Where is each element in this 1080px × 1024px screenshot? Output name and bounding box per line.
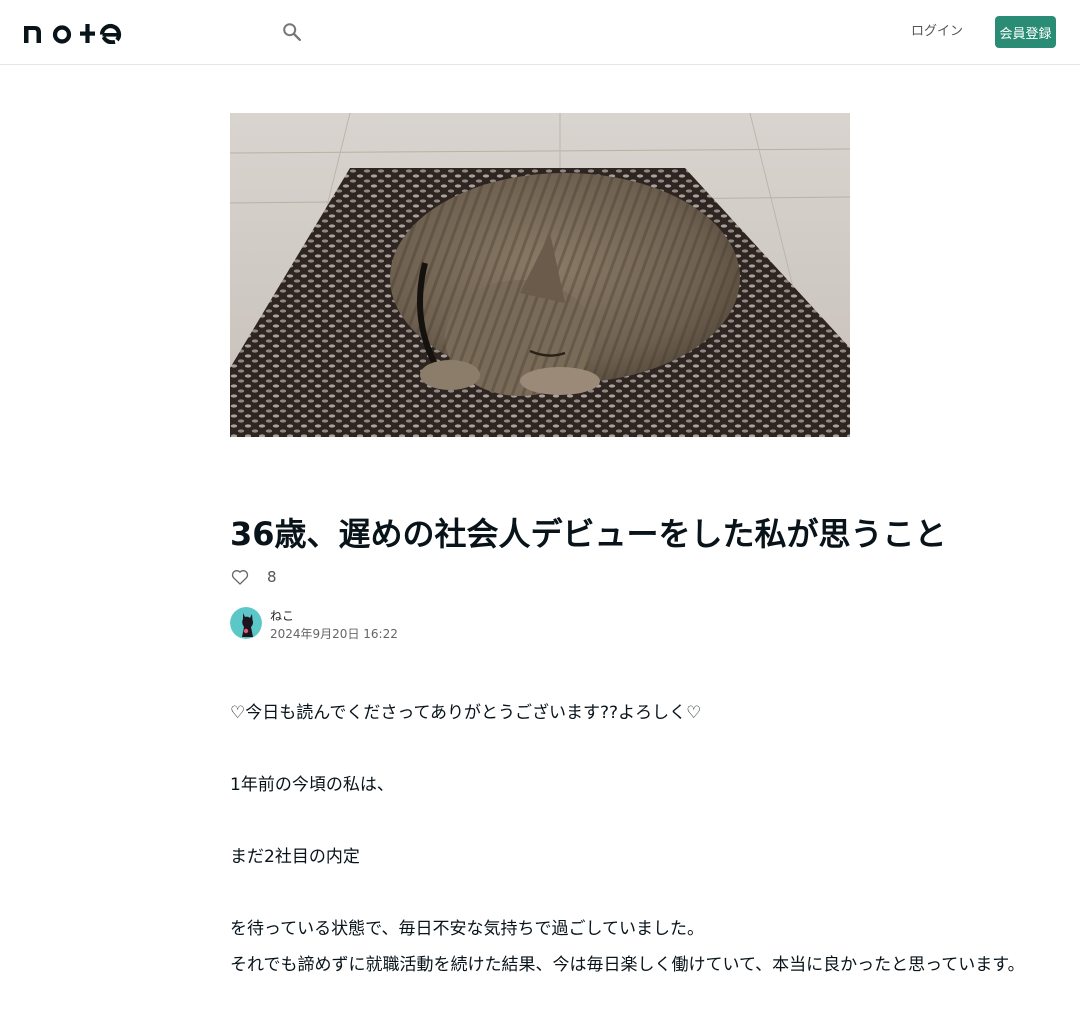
search-button[interactable] bbox=[278, 18, 306, 46]
note-logo[interactable] bbox=[24, 20, 124, 44]
author-name[interactable]: ねこ bbox=[270, 608, 398, 624]
search-icon bbox=[283, 23, 301, 41]
publish-date: 2024年9月20日 16:22 bbox=[270, 627, 398, 641]
author-info: ねこ 2024年9月20日 16:22 bbox=[270, 607, 398, 642]
login-link[interactable]: ログイン bbox=[911, 24, 963, 40]
site-header: note ログイン 会員登録 bbox=[0, 0, 1080, 65]
avatar[interactable] bbox=[230, 607, 262, 639]
paragraph-5: それでも諦めずに就職活動を続けた結果、今は毎日楽しく働けていて、本当に良かったと… bbox=[230, 955, 1025, 975]
paragraph-2: 1年前の今頃の私は、 bbox=[230, 775, 394, 795]
paragraph-4: を待っている状態で、毎日不安な気持ちで過ごしていました。 bbox=[230, 919, 704, 939]
article-title: 36歳、遅めの社会人デビューをした私が思うこと bbox=[230, 515, 947, 553]
author-block: ねこ 2024年9月20日 16:22 bbox=[230, 607, 398, 642]
hero-image-cat bbox=[230, 113, 850, 437]
heart-icon[interactable] bbox=[230, 567, 250, 587]
like-count: 8 bbox=[267, 568, 277, 586]
paragraph-1: ♡今日も読んでくださってありがとうございます??よろしく♡ bbox=[230, 703, 702, 723]
paragraph-3: まだ2社目の内定 bbox=[230, 847, 360, 867]
signup-button[interactable]: 会員登録 bbox=[995, 16, 1056, 48]
like-row: 8 bbox=[230, 566, 277, 588]
